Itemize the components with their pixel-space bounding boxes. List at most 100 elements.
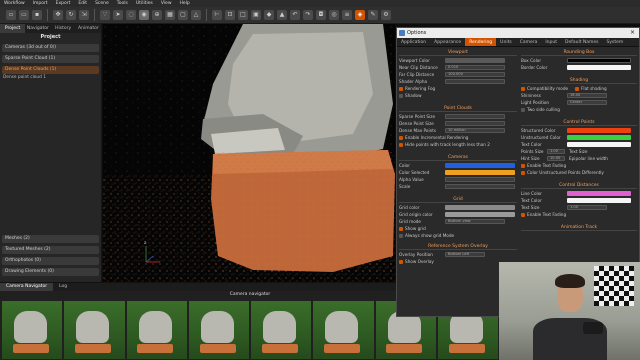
layers-icon[interactable]: ≡: [342, 10, 352, 20]
sparse-point-size-slider[interactable]: [445, 114, 505, 119]
section-cameras[interactable]: Cameras (3d out of 0/): [2, 44, 99, 52]
triangle-icon[interactable]: △: [191, 10, 201, 20]
cd-text-size-field[interactable]: 1.00: [567, 205, 607, 210]
points-icon[interactable]: ∵: [100, 10, 110, 20]
3d-viewport[interactable]: z: [103, 24, 395, 282]
tab-appearance[interactable]: Appearance: [430, 38, 465, 46]
redo-icon[interactable]: ↷: [303, 10, 313, 20]
section-meshes[interactable]: Meshes (2): [2, 235, 99, 243]
camera-thumbnail[interactable]: [313, 301, 374, 359]
alpha-value-slider[interactable]: [445, 177, 515, 182]
section-sparse-point-cloud[interactable]: Sparse Point Cloud (1): [2, 55, 99, 63]
line-color-swatch[interactable]: [567, 191, 631, 196]
ruler-icon[interactable]: ⊢: [212, 10, 222, 20]
color-unstructured-checkbox[interactable]: [521, 170, 525, 175]
structured-color-swatch[interactable]: [567, 128, 631, 133]
section-textured-meshes[interactable]: Textured Meshes (2): [2, 246, 99, 254]
tab-rendering[interactable]: Rendering: [465, 38, 497, 46]
menu-import[interactable]: Import: [33, 1, 48, 6]
target-icon[interactable]: ⊕: [152, 10, 162, 20]
points-size-field[interactable]: 1.00: [547, 149, 565, 154]
grid-mode-select[interactable]: Bottom view: [445, 219, 505, 224]
grid-origin-color-swatch[interactable]: [445, 212, 515, 217]
tab-camera-navigator[interactable]: Camera Navigator: [0, 283, 54, 291]
lasso-icon[interactable]: ◌: [126, 10, 136, 20]
tab-log[interactable]: Log: [53, 283, 73, 291]
camera-thumbnail[interactable]: [251, 301, 312, 359]
unstructured-color-swatch[interactable]: [567, 135, 631, 140]
menu-workflow[interactable]: Workflow: [4, 1, 25, 6]
tab-system[interactable]: System: [603, 38, 628, 46]
tab-project[interactable]: Project: [0, 24, 26, 33]
menu-export[interactable]: Export: [56, 1, 71, 6]
viewport-color-swatch[interactable]: [445, 58, 505, 63]
menu-edit[interactable]: Edit: [78, 1, 87, 6]
far-clip-field[interactable]: 100.000: [445, 72, 505, 77]
menu-view[interactable]: View: [161, 1, 172, 6]
hide-points-checkbox[interactable]: [399, 142, 403, 147]
tab-units[interactable]: Units: [496, 38, 516, 46]
mesh-icon[interactable]: ◆: [264, 10, 274, 20]
two-side-culling-checkbox[interactable]: [521, 107, 525, 112]
section-orthophotos[interactable]: Orthophotos (0): [2, 257, 99, 265]
border-color-swatch[interactable]: [567, 65, 631, 70]
camera-thumbnail[interactable]: [188, 301, 249, 359]
show-overlay-checkbox[interactable]: [399, 259, 403, 264]
cd-text-fading-checkbox[interactable]: [521, 212, 525, 217]
tab-history[interactable]: History: [51, 24, 76, 33]
menu-tools[interactable]: Tools: [117, 1, 128, 6]
camera-scale-slider[interactable]: [445, 184, 515, 189]
tab-animator[interactable]: Animator: [76, 24, 101, 33]
near-clip-field[interactable]: 0.010: [445, 65, 505, 70]
sphere-icon[interactable]: ◉: [139, 10, 149, 20]
tab-application[interactable]: Application: [397, 38, 430, 46]
dense-max-points-select[interactable]: 10 million: [445, 128, 505, 133]
rendering-fog-checkbox[interactable]: [399, 86, 403, 91]
tab-input[interactable]: Input: [541, 38, 561, 46]
camera-color-swatch[interactable]: [445, 163, 515, 168]
show-grid-checkbox[interactable]: [399, 226, 403, 231]
close-icon[interactable]: ×: [630, 28, 635, 38]
settings-icon[interactable]: ⚙: [381, 10, 391, 20]
menu-scene[interactable]: Scene: [95, 1, 109, 6]
flat-shading-checkbox[interactable]: [575, 86, 579, 91]
eye-icon[interactable]: ◎: [329, 10, 339, 20]
new-icon[interactable]: ▫: [6, 10, 16, 20]
rotate-icon[interactable]: ↻: [66, 10, 76, 20]
light-position-select[interactable]: Center: [567, 100, 607, 105]
cube-icon[interactable]: ▣: [251, 10, 261, 20]
save-icon[interactable]: ▪: [32, 10, 42, 20]
dense-point-cloud-item[interactable]: Dense point cloud 1: [0, 74, 101, 81]
grid-icon[interactable]: ▦: [165, 10, 175, 20]
move-icon[interactable]: ✥: [53, 10, 63, 20]
text-color-swatch[interactable]: [567, 142, 631, 147]
shadow-checkbox[interactable]: [399, 93, 403, 98]
brush-icon[interactable]: ✎: [368, 10, 378, 20]
overlay-position-select[interactable]: Bottom Left: [445, 252, 485, 257]
section-drawing-elements[interactable]: Drawing Elements (0): [2, 268, 99, 276]
crop-icon[interactable]: ⊡: [225, 10, 235, 20]
camera-icon[interactable]: ◘: [316, 10, 326, 20]
incremental-rendering-checkbox[interactable]: [399, 135, 403, 140]
wireframe-icon[interactable]: ▢: [178, 10, 188, 20]
open-icon[interactable]: ▭: [19, 10, 29, 20]
tab-navigator[interactable]: Navigator: [25, 24, 50, 33]
camera-thumbnail[interactable]: [2, 301, 63, 359]
paint-icon[interactable]: ▲: [277, 10, 287, 20]
dense-point-size-slider[interactable]: [445, 121, 505, 126]
shininess-field[interactable]: 16.00: [567, 93, 607, 98]
box-color-swatch[interactable]: [567, 58, 631, 63]
camera-thumbnail[interactable]: [126, 301, 187, 359]
box-icon[interactable]: □: [238, 10, 248, 20]
camera-thumbnail[interactable]: [64, 301, 125, 359]
grid-color-swatch[interactable]: [445, 205, 515, 210]
always-show-grid-checkbox[interactable]: [399, 233, 403, 238]
menu-help[interactable]: Help: [180, 1, 190, 6]
pointer-icon[interactable]: ➤: [113, 10, 123, 20]
section-dense-point-clouds[interactable]: Dense Point Clouds (1): [2, 66, 99, 74]
compatibility-mode-checkbox[interactable]: [521, 86, 525, 91]
undo-icon[interactable]: ↶: [290, 10, 300, 20]
hint-size-field[interactable]: 10.00: [547, 156, 565, 161]
shader-alpha-slider[interactable]: [445, 79, 505, 84]
scale-icon[interactable]: ⇲: [79, 10, 89, 20]
